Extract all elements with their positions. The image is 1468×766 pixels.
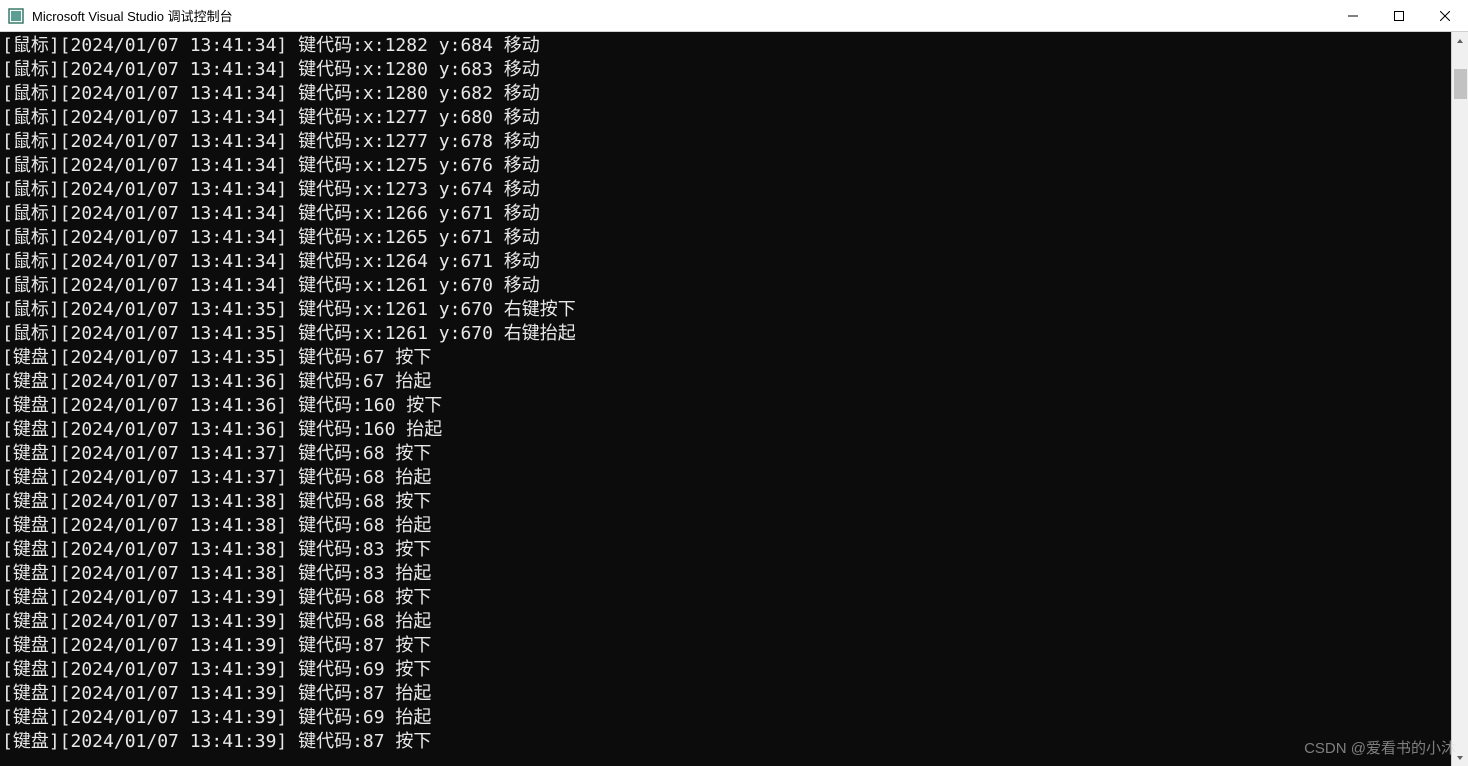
console-line: [键盘][2024/01/07 13:41:39] 键代码:68 按下: [2, 586, 1449, 610]
minimize-button[interactable]: [1330, 0, 1376, 31]
console-line: [鼠标][2024/01/07 13:41:34] 键代码:x:1282 y:6…: [2, 34, 1449, 58]
console-line: [键盘][2024/01/07 13:41:38] 键代码:68 抬起: [2, 514, 1449, 538]
console-line: [键盘][2024/01/07 13:41:39] 键代码:87 按下: [2, 634, 1449, 658]
console-line: [键盘][2024/01/07 13:41:38] 键代码:83 按下: [2, 538, 1449, 562]
console-line: [键盘][2024/01/07 13:41:37] 键代码:68 抬起: [2, 466, 1449, 490]
scroll-up-arrow-icon[interactable]: [1452, 32, 1468, 49]
console-line: [鼠标][2024/01/07 13:41:34] 键代码:x:1265 y:6…: [2, 226, 1449, 250]
app-icon: [8, 8, 24, 24]
scrollbar-thumb[interactable]: [1454, 69, 1467, 99]
console-line: [鼠标][2024/01/07 13:41:34] 键代码:x:1275 y:6…: [2, 154, 1449, 178]
console-line: [鼠标][2024/01/07 13:41:34] 键代码:x:1277 y:6…: [2, 106, 1449, 130]
window-title: Microsoft Visual Studio 调试控制台: [32, 6, 233, 25]
console-line: [键盘][2024/01/07 13:41:36] 键代码:67 抬起: [2, 370, 1449, 394]
console-line: [键盘][2024/01/07 13:41:36] 键代码:160 按下: [2, 394, 1449, 418]
maximize-button[interactable]: [1376, 0, 1422, 31]
vertical-scrollbar[interactable]: [1451, 32, 1468, 766]
console-line: [键盘][2024/01/07 13:41:39] 键代码:68 抬起: [2, 610, 1449, 634]
scrollbar-track[interactable]: [1452, 49, 1468, 749]
console-line: [鼠标][2024/01/07 13:41:34] 键代码:x:1266 y:6…: [2, 202, 1449, 226]
console-line: [鼠标][2024/01/07 13:41:35] 键代码:x:1261 y:6…: [2, 322, 1449, 346]
console-line: [键盘][2024/01/07 13:41:39] 键代码:69 抬起: [2, 706, 1449, 730]
console-line: [鼠标][2024/01/07 13:41:34] 键代码:x:1261 y:6…: [2, 274, 1449, 298]
console-line: [键盘][2024/01/07 13:41:39] 键代码:87 按下: [2, 730, 1449, 754]
console-line: [鼠标][2024/01/07 13:41:34] 键代码:x:1280 y:6…: [2, 58, 1449, 82]
console-line: [键盘][2024/01/07 13:41:39] 键代码:69 按下: [2, 658, 1449, 682]
console-line: [鼠标][2024/01/07 13:41:34] 键代码:x:1273 y:6…: [2, 178, 1449, 202]
client-area: [鼠标][2024/01/07 13:41:34] 键代码:x:1282 y:6…: [0, 32, 1468, 766]
console-line: [键盘][2024/01/07 13:41:35] 键代码:67 按下: [2, 346, 1449, 370]
console-line: [鼠标][2024/01/07 13:41:34] 键代码:x:1277 y:6…: [2, 130, 1449, 154]
console-line: [鼠标][2024/01/07 13:41:34] 键代码:x:1264 y:6…: [2, 250, 1449, 274]
console-output[interactable]: [鼠标][2024/01/07 13:41:34] 键代码:x:1282 y:6…: [0, 32, 1451, 766]
console-line: [键盘][2024/01/07 13:41:39] 键代码:87 抬起: [2, 682, 1449, 706]
console-line: [鼠标][2024/01/07 13:41:34] 键代码:x:1280 y:6…: [2, 82, 1449, 106]
window-controls: [1330, 0, 1468, 31]
console-line: [鼠标][2024/01/07 13:41:35] 键代码:x:1261 y:6…: [2, 298, 1449, 322]
console-line: [键盘][2024/01/07 13:41:36] 键代码:160 抬起: [2, 418, 1449, 442]
console-line: [键盘][2024/01/07 13:41:37] 键代码:68 按下: [2, 442, 1449, 466]
console-line: [键盘][2024/01/07 13:41:38] 键代码:83 抬起: [2, 562, 1449, 586]
console-line: [键盘][2024/01/07 13:41:38] 键代码:68 按下: [2, 490, 1449, 514]
window-titlebar[interactable]: Microsoft Visual Studio 调试控制台: [0, 0, 1468, 32]
scroll-down-arrow-icon[interactable]: [1452, 749, 1468, 766]
close-button[interactable]: [1422, 0, 1468, 31]
